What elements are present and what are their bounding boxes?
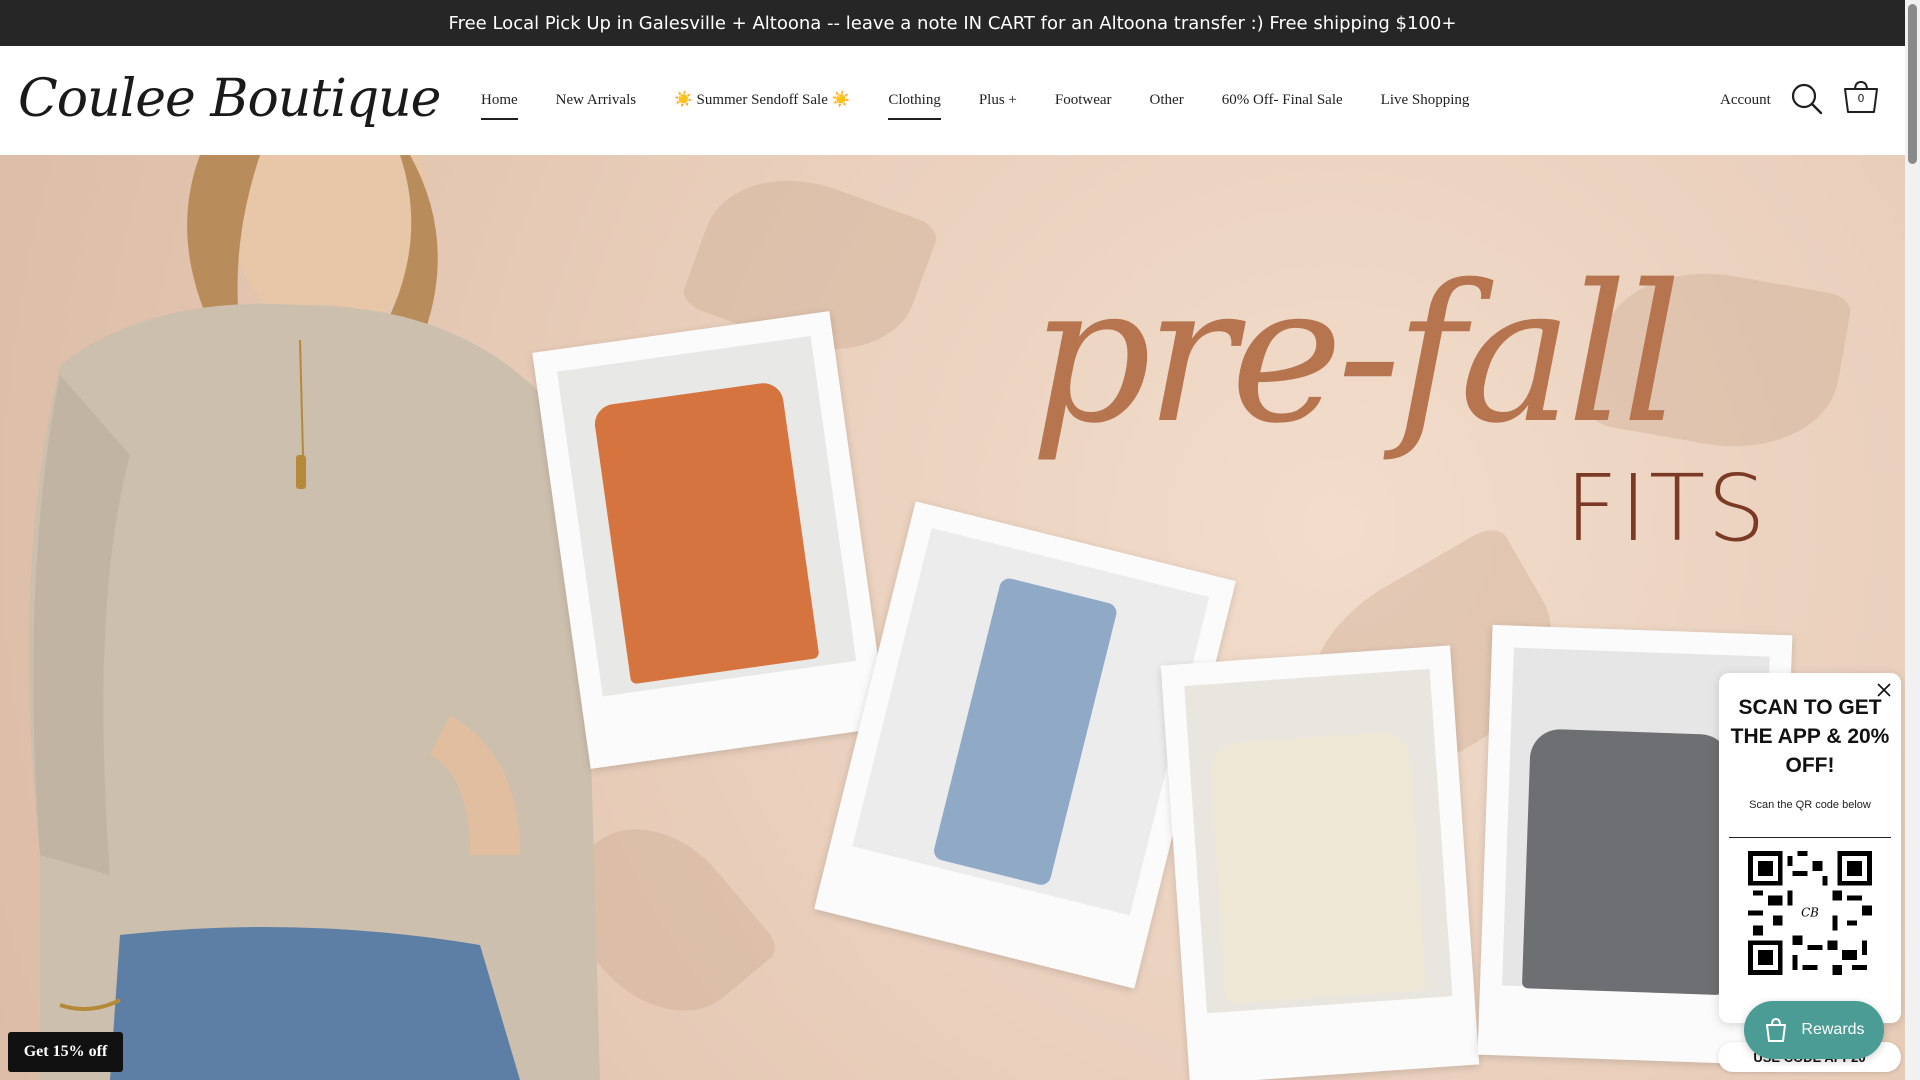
popup-subtitle: Scan the QR code below	[1749, 799, 1871, 811]
nav-item-summer-sendoff-sale[interactable]: ☀️ Summer Sendoff Sale ☀️	[655, 46, 869, 155]
announcement-bar: Free Local Pick Up in Galesville + Altoo…	[0, 0, 1905, 46]
qr-code-icon: CB	[1748, 851, 1872, 975]
nav-item-plus[interactable]: Plus +	[960, 46, 1036, 155]
nav-item-final-sale[interactable]: 60% Off- Final Sale	[1203, 46, 1362, 155]
account-link[interactable]: Account	[1720, 46, 1771, 155]
svg-text:CB: CB	[1801, 905, 1819, 919]
app-promo-popup: SCAN TO GET THE APP & 20% OFF! Scan the …	[1719, 673, 1901, 1023]
nav-item-live-shopping[interactable]: Live Shopping	[1362, 46, 1489, 155]
search-button[interactable]	[1790, 82, 1824, 116]
popup-divider	[1729, 837, 1891, 838]
page-scrollbar[interactable]	[1905, 0, 1920, 1080]
get-discount-button[interactable]: Get 15% off	[8, 1032, 123, 1072]
site-header: Coulee Boutique Home New Arrivals ☀️ Sum…	[0, 46, 1905, 155]
shopping-bag-icon	[1766, 1017, 1787, 1042]
hero-title: FITS	[1565, 455, 1768, 562]
model-photo	[28, 155, 600, 1080]
nav-item-footwear[interactable]: Footwear	[1036, 46, 1131, 155]
logo[interactable]: Coulee Boutique	[18, 60, 441, 138]
polaroid-photo	[1160, 645, 1480, 1080]
cart-count: 0	[1857, 92, 1865, 105]
scrollbar-thumb[interactable]	[1908, 4, 1917, 164]
logo-text: Coulee Boutique	[18, 69, 441, 129]
rewards-label: Rewards	[1801, 1021, 1865, 1038]
rewards-button[interactable]: Rewards	[1744, 1001, 1884, 1059]
popup-title: SCAN TO GET THE APP & 20% OFF!	[1730, 696, 1890, 777]
main-nav: Home New Arrivals ☀️ Summer Sendoff Sale…	[462, 46, 1488, 155]
hero-banner[interactable]: pre-fall FITS	[0, 155, 1905, 1080]
polaroid-photo	[532, 311, 888, 769]
nav-item-other[interactable]: Other	[1131, 46, 1203, 155]
nav-item-new-arrivals[interactable]: New Arrivals	[537, 46, 655, 155]
search-icon	[1791, 83, 1823, 115]
cart-button[interactable]: 0	[1842, 78, 1880, 116]
announcement-text: Free Local Pick Up in Galesville + Altoo…	[448, 12, 1457, 34]
nav-item-home[interactable]: Home	[462, 46, 537, 155]
nav-item-clothing[interactable]: Clothing	[869, 46, 960, 155]
